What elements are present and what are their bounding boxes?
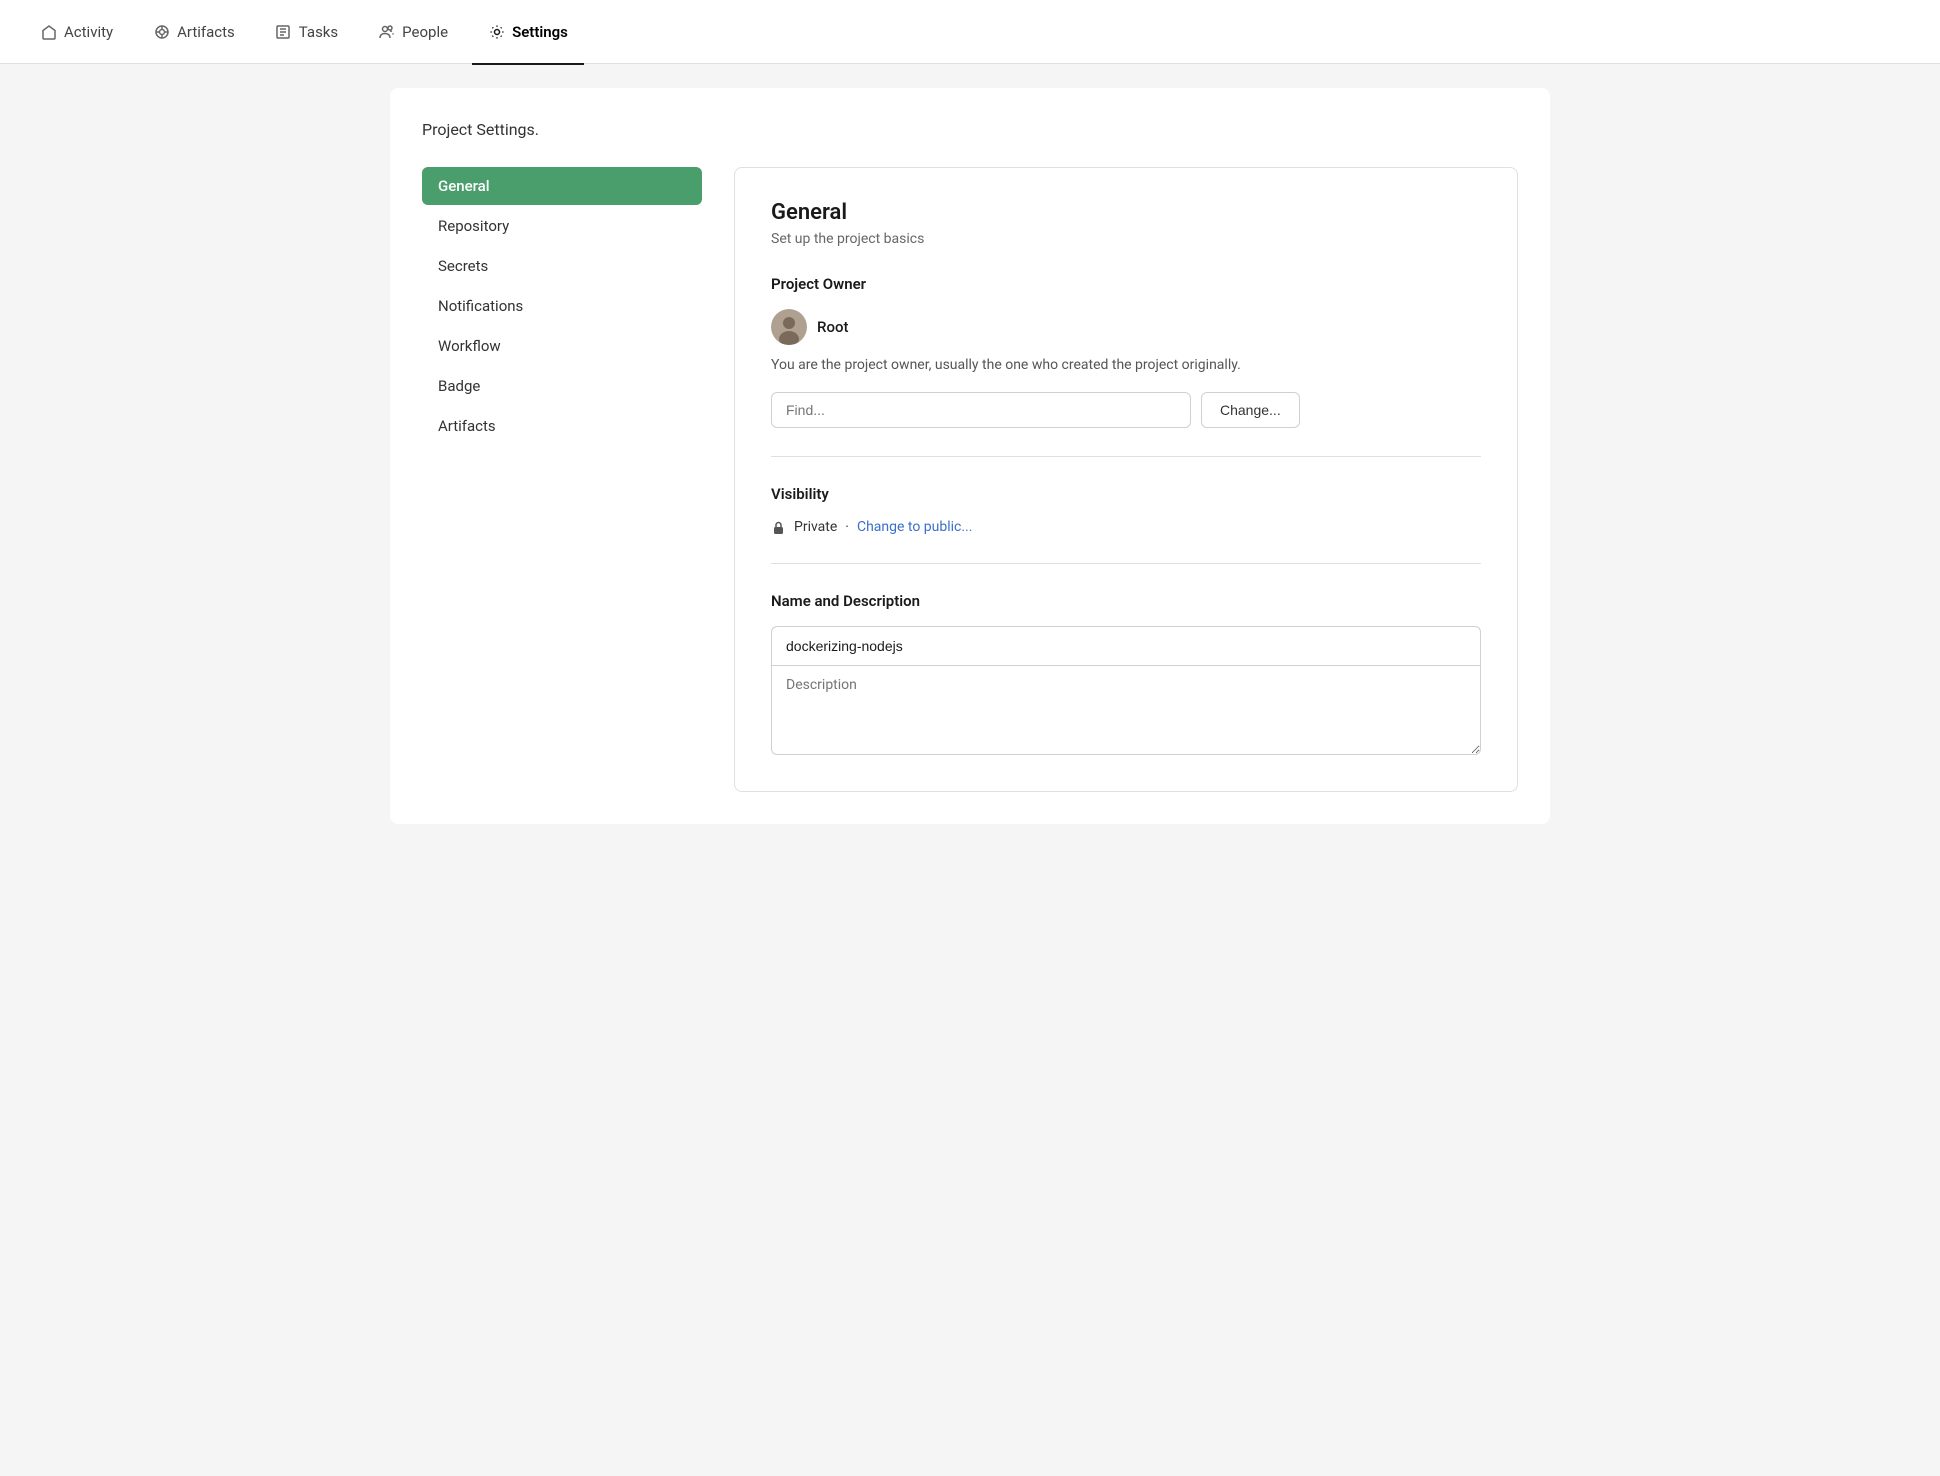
change-to-public-link[interactable]: Change to public... — [857, 519, 972, 535]
nav-label-artifacts: Artifacts — [177, 23, 235, 41]
find-row: Change... — [771, 392, 1481, 428]
nav-item-artifacts[interactable]: Artifacts — [137, 1, 251, 65]
visibility-separator: · — [845, 519, 849, 535]
owner-name: Root — [817, 318, 848, 336]
visibility-section-label: Visibility — [771, 485, 1481, 503]
panel-subtitle: Set up the project basics — [771, 231, 1481, 247]
sidebar-item-workflow[interactable]: Workflow — [422, 327, 702, 365]
sidebar-item-notifications[interactable]: Notifications — [422, 287, 702, 325]
find-owner-input[interactable] — [771, 392, 1191, 428]
main-content: Project Settings. General Repository Sec… — [0, 64, 1940, 1476]
change-owner-button[interactable]: Change... — [1201, 392, 1300, 428]
artifacts-icon — [153, 23, 170, 40]
visibility-row: Private · Change to public... — [771, 519, 1481, 535]
nav-label-activity: Activity — [64, 23, 113, 41]
settings-panel: General Set up the project basics Projec… — [734, 167, 1518, 792]
divider-1 — [771, 456, 1481, 457]
tasks-icon — [275, 23, 292, 40]
sidebar-item-repository[interactable]: Repository — [422, 207, 702, 245]
divider-2 — [771, 563, 1481, 564]
owner-row: Root — [771, 309, 1481, 345]
panel-title: General — [771, 200, 1481, 225]
people-icon — [378, 23, 395, 40]
sidebar-item-artifacts[interactable]: Artifacts — [422, 407, 702, 445]
settings-icon — [488, 23, 505, 40]
owner-description: You are the project owner, usually the o… — [771, 355, 1481, 376]
owner-section-label: Project Owner — [771, 275, 1481, 293]
nav-item-people[interactable]: People — [362, 1, 464, 65]
home-icon — [40, 23, 57, 40]
visibility-status: Private — [794, 519, 837, 535]
name-description-section: Name and Description — [771, 592, 1481, 759]
settings-container: Project Settings. General Repository Sec… — [390, 88, 1550, 824]
nav-label-settings: Settings — [512, 23, 568, 41]
sidebar-item-general[interactable]: General — [422, 167, 702, 205]
nav-item-activity[interactable]: Activity — [24, 1, 129, 65]
nav-item-settings[interactable]: Settings — [472, 1, 584, 65]
project-owner-section: Project Owner Root You are the pro — [771, 275, 1481, 428]
name-description-label: Name and Description — [771, 592, 1481, 610]
sidebar-item-secrets[interactable]: Secrets — [422, 247, 702, 285]
avatar — [771, 309, 807, 345]
lock-icon — [771, 520, 786, 535]
settings-sidebar: General Repository Secrets Notifications… — [422, 167, 702, 792]
visibility-section: Visibility Private · Change to public... — [771, 485, 1481, 535]
top-navigation: Activity Artifacts Tasks — [0, 0, 1940, 64]
nav-item-tasks[interactable]: Tasks — [259, 1, 354, 65]
project-name-input[interactable] — [771, 626, 1481, 665]
nav-label-people: People — [402, 23, 448, 41]
settings-layout: General Repository Secrets Notifications… — [422, 167, 1518, 792]
page-title: Project Settings. — [422, 120, 1518, 139]
nav-label-tasks: Tasks — [299, 23, 338, 41]
sidebar-item-badge[interactable]: Badge — [422, 367, 702, 405]
project-description-textarea[interactable] — [771, 665, 1481, 755]
